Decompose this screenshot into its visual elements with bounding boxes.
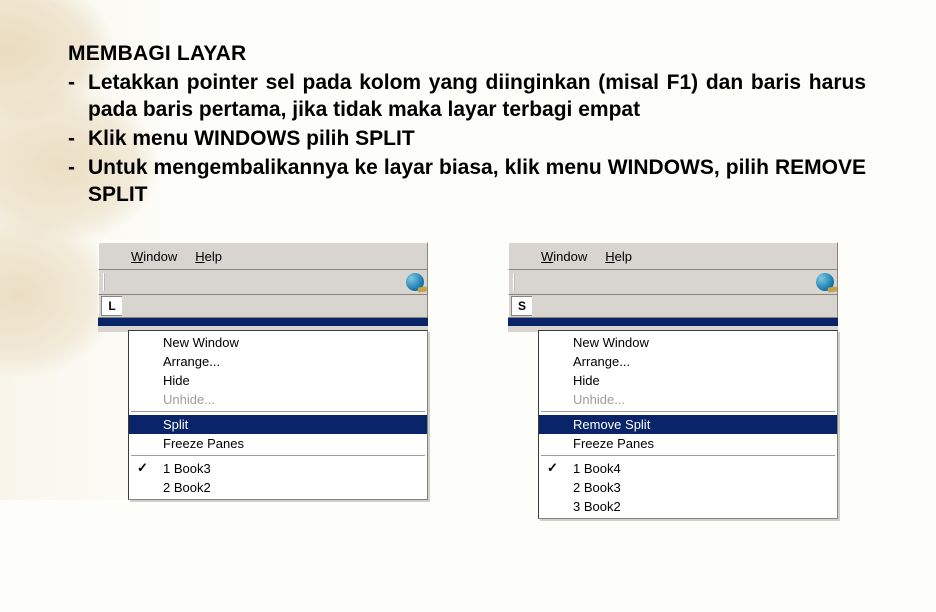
slide-content: MEMBAGI LAYAR - Letakkan pointer sel pad… bbox=[0, 0, 936, 519]
list-item: - Letakkan pointer sel pada kolom yang d… bbox=[68, 70, 866, 124]
toolbar-fragment bbox=[98, 270, 428, 295]
column-header-strip bbox=[508, 317, 838, 326]
menu-item-workbook-1[interactable]: ✓1 Book4 bbox=[539, 459, 837, 478]
menubar: Window Help bbox=[508, 242, 838, 270]
menubar: Window Help bbox=[98, 242, 428, 270]
menu-item-workbook-3[interactable]: 3 Book2 bbox=[539, 497, 837, 516]
menubar-item-window[interactable]: Window bbox=[541, 249, 587, 264]
list-text: Letakkan pointer sel pada kolom yang dii… bbox=[88, 70, 866, 124]
excel-window-menu-split: Window Help L New Window Arrange... Hide… bbox=[98, 242, 428, 519]
list-dash: - bbox=[68, 126, 88, 153]
list-text: Klik menu WINDOWS pilih SPLIT bbox=[88, 126, 866, 153]
menu-item-hide[interactable]: Hide bbox=[539, 371, 837, 390]
formula-bar-fragment: S bbox=[508, 295, 838, 317]
menu-item-workbook-1[interactable]: ✓1 Book3 bbox=[129, 459, 427, 478]
globe-icon[interactable] bbox=[406, 273, 424, 291]
check-icon: ✓ bbox=[137, 460, 148, 476]
toolbar-fragment bbox=[508, 270, 838, 295]
menu-item-unhide: Unhide... bbox=[129, 390, 427, 409]
menu-item-split[interactable]: Split bbox=[129, 415, 427, 434]
excel-window-menu-remove-split: Window Help S New Window Arrange... Hide… bbox=[508, 242, 838, 519]
menu-item-remove-split[interactable]: Remove Split bbox=[539, 415, 837, 434]
window-menu-dropdown: New Window Arrange... Hide Unhide... Spl… bbox=[128, 330, 428, 500]
menu-item-arrange[interactable]: Arrange... bbox=[129, 352, 427, 371]
menu-item-workbook-2[interactable]: 2 Book2 bbox=[129, 478, 427, 497]
menu-item-freeze-panes[interactable]: Freeze Panes bbox=[539, 434, 837, 453]
globe-icon[interactable] bbox=[816, 273, 834, 291]
menubar-item-help[interactable]: Help bbox=[605, 249, 632, 264]
menu-item-freeze-panes[interactable]: Freeze Panes bbox=[129, 434, 427, 453]
menu-item-new-window[interactable]: New Window bbox=[539, 333, 837, 352]
check-icon: ✓ bbox=[547, 460, 558, 476]
name-box[interactable]: S bbox=[511, 296, 532, 316]
menu-separator bbox=[131, 411, 425, 413]
menu-item-arrange[interactable]: Arrange... bbox=[539, 352, 837, 371]
list-text: Untuk mengembalikannya ke layar biasa, k… bbox=[88, 155, 866, 209]
menu-item-unhide: Unhide... bbox=[539, 390, 837, 409]
menu-separator bbox=[541, 411, 835, 413]
screenshots-row: Window Help L New Window Arrange... Hide… bbox=[68, 242, 866, 519]
menu-separator bbox=[541, 455, 835, 457]
slide-title: MEMBAGI LAYAR bbox=[68, 42, 866, 66]
menu-item-hide[interactable]: Hide bbox=[129, 371, 427, 390]
list-dash: - bbox=[68, 155, 88, 209]
list-dash: - bbox=[68, 70, 88, 124]
list-item: - Klik menu WINDOWS pilih SPLIT bbox=[68, 126, 866, 153]
list-item: - Untuk mengembalikannya ke layar biasa,… bbox=[68, 155, 866, 209]
toolbar-grip-icon bbox=[101, 273, 109, 291]
menu-item-workbook-2[interactable]: 2 Book3 bbox=[539, 478, 837, 497]
column-header-strip bbox=[98, 317, 428, 326]
menu-separator bbox=[131, 455, 425, 457]
menubar-item-help[interactable]: Help bbox=[195, 249, 222, 264]
formula-bar-fragment: L bbox=[98, 295, 428, 317]
instruction-list: - Letakkan pointer sel pada kolom yang d… bbox=[68, 70, 866, 208]
menubar-item-window[interactable]: Window bbox=[131, 249, 177, 264]
name-box[interactable]: L bbox=[101, 296, 122, 316]
window-menu-dropdown: New Window Arrange... Hide Unhide... Rem… bbox=[538, 330, 838, 519]
toolbar-grip-icon bbox=[511, 273, 519, 291]
menu-item-new-window[interactable]: New Window bbox=[129, 333, 427, 352]
